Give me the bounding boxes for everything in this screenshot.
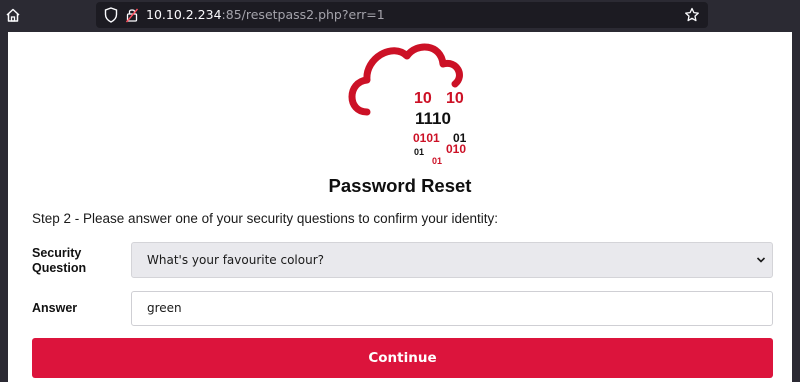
cloud-binary-logo: 10 10 1110 0101 01 01 010 01 bbox=[348, 43, 467, 166]
url-host: 10.10.2.234 bbox=[146, 7, 222, 22]
binary-4: 0101 bbox=[413, 131, 440, 145]
instructions-text: Step 2 - Please answer one of your secur… bbox=[32, 211, 498, 226]
binary-8: 01 bbox=[432, 156, 442, 166]
url-bar[interactable]: 10.10.2.234:85/resetpass2.php?err=1 bbox=[96, 2, 708, 28]
insecure-lock-icon[interactable] bbox=[126, 7, 138, 23]
continue-button[interactable]: Continue bbox=[32, 338, 773, 378]
page-viewport: 10 10 1110 0101 01 01 010 01 Password Re… bbox=[8, 32, 792, 382]
shield-icon[interactable] bbox=[104, 7, 118, 23]
security-question-selected: What's your favourite colour? bbox=[147, 253, 325, 267]
bookmark-star-icon[interactable] bbox=[684, 7, 700, 23]
page-title: Password Reset bbox=[328, 175, 472, 196]
home-icon[interactable] bbox=[4, 6, 22, 24]
answer-input[interactable]: green bbox=[131, 291, 773, 326]
binary-6: 01 bbox=[414, 147, 424, 157]
security-question-label-line2: Question bbox=[32, 261, 87, 275]
cloud-icon bbox=[348, 43, 463, 116]
url-text[interactable]: 10.10.2.234:85/resetpass2.php?err=1 bbox=[146, 7, 385, 23]
security-question-select[interactable]: What's your favourite colour? bbox=[131, 242, 773, 278]
browser-toolbar: 10.10.2.234:85/resetpass2.php?err=1 bbox=[0, 0, 800, 32]
binary-7: 010 bbox=[446, 142, 466, 156]
binary-3: 1110 bbox=[415, 109, 451, 128]
binary-2: 10 bbox=[446, 90, 464, 107]
answer-label: Answer bbox=[32, 301, 78, 315]
chevron-down-icon bbox=[756, 257, 766, 263]
security-question-label: Security Question bbox=[32, 246, 122, 276]
binary-1: 10 bbox=[414, 90, 432, 107]
url-path: :85/resetpass2.php?err=1 bbox=[221, 7, 385, 22]
security-question-label-line1: Security bbox=[32, 246, 82, 260]
